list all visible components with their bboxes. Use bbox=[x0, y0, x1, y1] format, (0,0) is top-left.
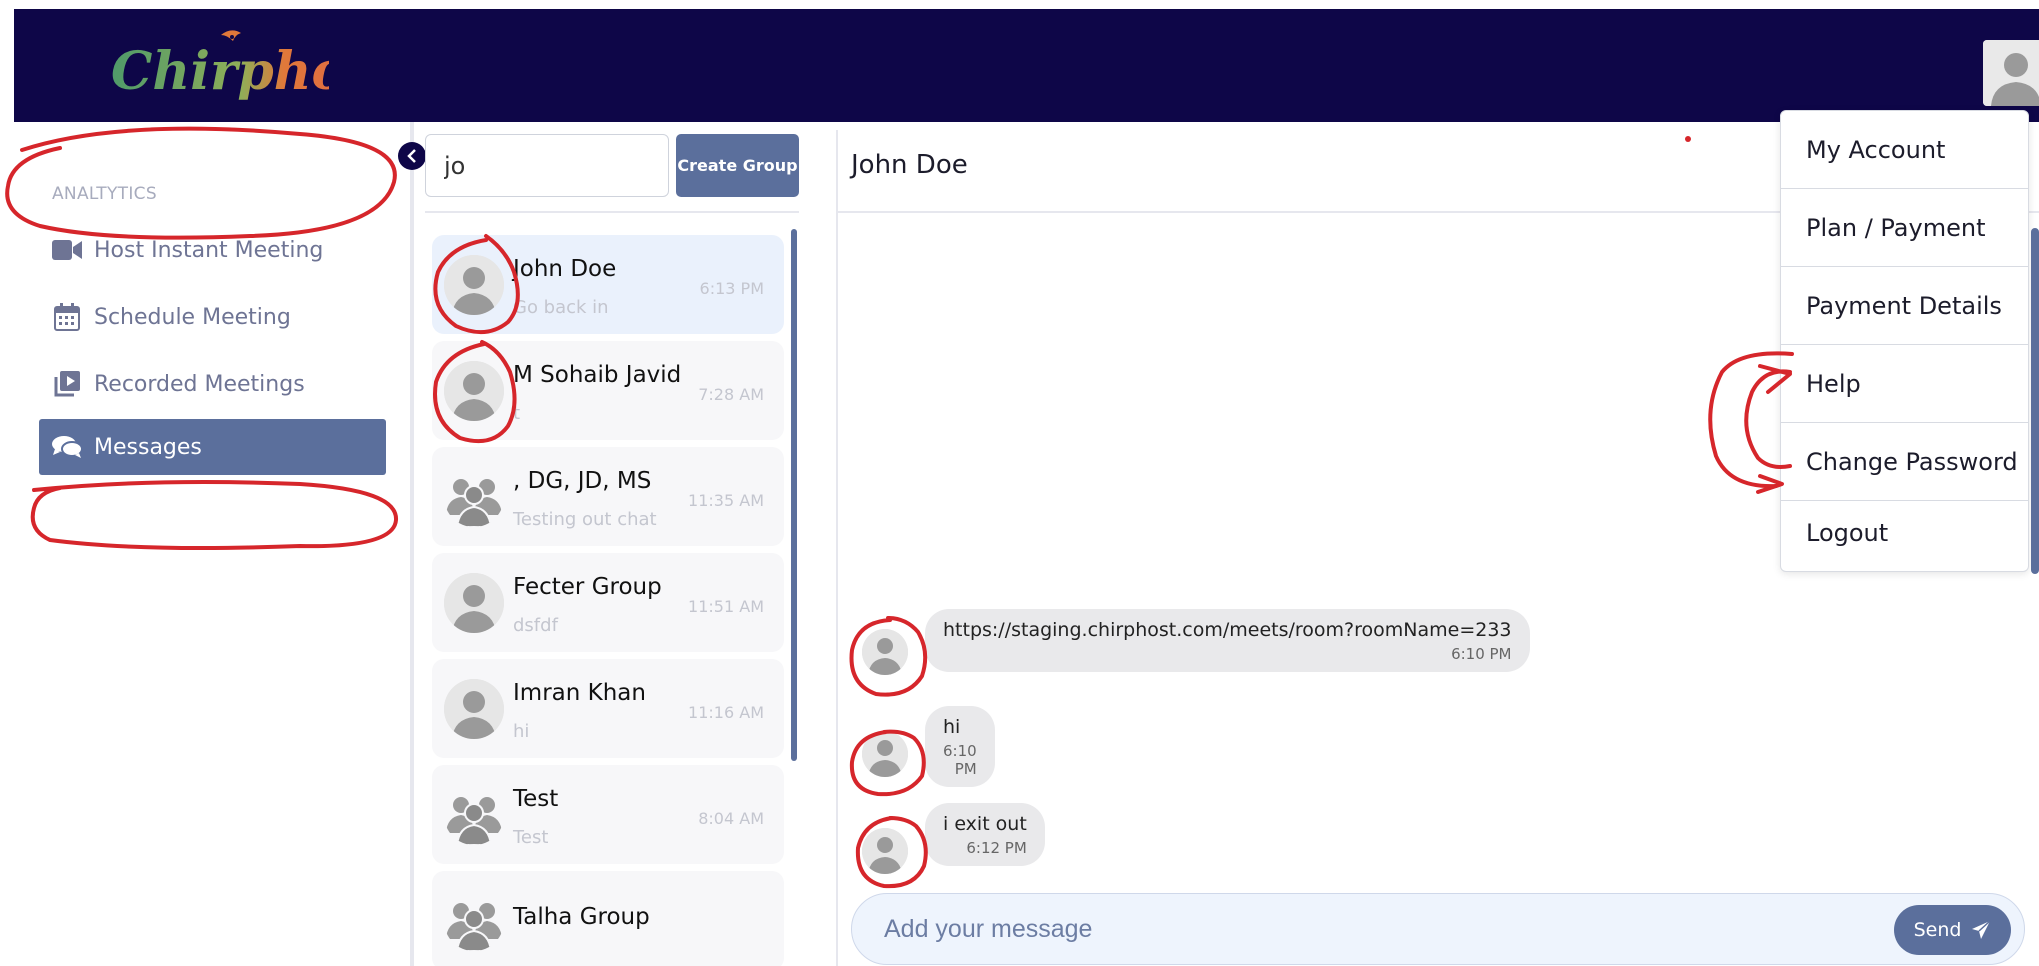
avatar bbox=[444, 891, 504, 951]
conversation-item[interactable]: John Doe Go back in 6:13 PM bbox=[432, 235, 784, 334]
calendar-icon bbox=[52, 303, 82, 331]
sidebar-item-recorded-meetings[interactable]: Recorded Meetings bbox=[39, 356, 386, 412]
sidebar-item-label: Messages bbox=[94, 434, 202, 460]
message-input[interactable] bbox=[884, 907, 1784, 951]
avatar bbox=[862, 828, 908, 874]
account-dropdown-menu: My Account Plan / Payment Payment Detail… bbox=[1780, 110, 2029, 572]
avatar bbox=[444, 361, 504, 421]
conversation-time: 11:51 AM bbox=[688, 597, 764, 616]
person-icon bbox=[444, 573, 504, 633]
conversation-list: John Doe Go back in 6:13 PM M Sohaib Jav… bbox=[425, 230, 799, 966]
create-group-button[interactable]: Create Group bbox=[676, 134, 799, 197]
sidebar-item-label: Schedule Meeting bbox=[94, 304, 291, 330]
avatar bbox=[862, 731, 908, 777]
video-camera-icon bbox=[52, 236, 82, 264]
conversation-name: , DG, JD, MS bbox=[513, 468, 652, 494]
conversation-list-scrollbar[interactable] bbox=[791, 229, 797, 761]
message-text: hi bbox=[943, 716, 961, 738]
person-icon bbox=[862, 828, 908, 874]
sidebar-item-schedule-meeting[interactable]: Schedule Meeting bbox=[39, 289, 386, 345]
menu-item-plan-payment[interactable]: Plan / Payment bbox=[1781, 189, 2028, 266]
group-icon bbox=[446, 903, 502, 951]
conversation-item[interactable]: Imran Khan hi 11:16 AM bbox=[432, 659, 784, 758]
send-label: Send bbox=[1913, 919, 1962, 941]
conversation-item[interactable]: , DG, JD, MS Testing out chat 11:35 AM bbox=[432, 447, 784, 546]
send-button[interactable]: Send bbox=[1894, 905, 2011, 955]
chat-title: John Doe bbox=[851, 150, 968, 180]
sidebar-item-host-instant-meeting[interactable]: Host Instant Meeting bbox=[39, 222, 386, 278]
menu-item-payment-details[interactable]: Payment Details bbox=[1781, 267, 2028, 344]
conversation-preview: Test bbox=[513, 827, 549, 848]
group-icon bbox=[446, 479, 502, 527]
sidebar-section-label: ANALTYTICS bbox=[52, 184, 157, 204]
chat-bubbles-icon bbox=[52, 433, 82, 461]
recorded-video-icon bbox=[52, 370, 82, 398]
person-icon bbox=[444, 255, 504, 315]
conversation-name: Fecter Group bbox=[513, 574, 662, 600]
message-bubble: hi 6:10 PM bbox=[925, 706, 995, 787]
conversation-preview: hi bbox=[513, 721, 530, 742]
person-icon bbox=[1983, 40, 2039, 106]
conversation-time: 11:35 AM bbox=[688, 491, 764, 510]
menu-item-my-account[interactable]: My Account bbox=[1781, 111, 2028, 188]
chirphost-logo[interactable]: Chirphost bbox=[109, 23, 329, 115]
sidebar-divider bbox=[410, 122, 414, 966]
collapse-sidebar-button[interactable] bbox=[398, 142, 426, 170]
conversation-name: M Sohaib Javid bbox=[513, 362, 682, 388]
sidebar-item-label: Host Instant Meeting bbox=[94, 237, 324, 263]
chevron-left-icon bbox=[407, 149, 416, 163]
conversation-name: Talha Group bbox=[513, 904, 650, 930]
panel-divider bbox=[836, 130, 838, 966]
annotation-arrowhead-change-password bbox=[1756, 474, 1784, 494]
avatar bbox=[444, 573, 504, 633]
user-avatar[interactable] bbox=[1983, 40, 2039, 106]
sidebar-item-messages[interactable]: Messages bbox=[39, 419, 386, 475]
menu-item-change-password[interactable]: Change Password bbox=[1781, 423, 2028, 500]
annotation-dot bbox=[1685, 136, 1691, 142]
message-bubble: i exit out 6:12 PM bbox=[925, 803, 1045, 866]
message-time: 6:10 PM bbox=[943, 742, 977, 778]
sidebar-item-label: Recorded Meetings bbox=[94, 371, 305, 397]
svg-text:Chirphost: Chirphost bbox=[111, 41, 329, 102]
person-icon bbox=[862, 629, 908, 675]
person-icon bbox=[862, 731, 908, 777]
message-composer: Send bbox=[851, 893, 2025, 965]
message-bubble: https://staging.chirphost.com/meets/room… bbox=[925, 609, 1530, 672]
conversation-name: Imran Khan bbox=[513, 680, 646, 706]
message-time: 6:12 PM bbox=[966, 839, 1027, 857]
message-time: 6:10 PM bbox=[1451, 645, 1512, 663]
conversation-name: John Doe bbox=[513, 256, 617, 282]
avatar bbox=[862, 629, 908, 675]
paper-plane-icon bbox=[1972, 920, 1991, 939]
conversation-time: 11:16 AM bbox=[688, 703, 764, 722]
list-divider bbox=[425, 211, 799, 213]
message-text: https://staging.chirphost.com/meets/room… bbox=[943, 619, 1512, 641]
person-icon bbox=[444, 679, 504, 739]
conversation-item[interactable]: M Sohaib Javid t 7:28 AM bbox=[432, 341, 784, 440]
top-bar: Chirphost bbox=[14, 9, 2039, 122]
avatar bbox=[444, 255, 504, 315]
avatar bbox=[444, 467, 504, 527]
conversation-item[interactable]: Talha Group bbox=[432, 871, 784, 966]
page-scrollbar[interactable] bbox=[2031, 228, 2039, 574]
avatar bbox=[444, 785, 504, 845]
conversation-time: 6:13 PM bbox=[699, 279, 764, 298]
conversation-name: Test bbox=[513, 786, 559, 812]
conversation-item[interactable]: Test Test 8:04 AM bbox=[432, 765, 784, 864]
conversation-preview: dsfdf bbox=[513, 615, 558, 636]
conversation-preview: t bbox=[513, 403, 521, 424]
person-icon bbox=[444, 361, 504, 421]
conversation-preview: Go back in bbox=[513, 297, 609, 318]
conversation-preview: Testing out chat bbox=[513, 509, 657, 530]
conversation-time: 7:28 AM bbox=[698, 385, 764, 404]
conversation-search-input[interactable] bbox=[425, 134, 669, 197]
group-icon bbox=[446, 797, 502, 845]
conversation-time: 8:04 AM bbox=[698, 809, 764, 828]
avatar bbox=[444, 679, 504, 739]
conversation-item[interactable]: Fecter Group dsfdf 11:51 AM bbox=[432, 553, 784, 652]
menu-item-help[interactable]: Help bbox=[1781, 345, 2028, 422]
message-text: i exit out bbox=[943, 813, 1027, 835]
menu-item-logout[interactable]: Logout bbox=[1781, 494, 2028, 571]
